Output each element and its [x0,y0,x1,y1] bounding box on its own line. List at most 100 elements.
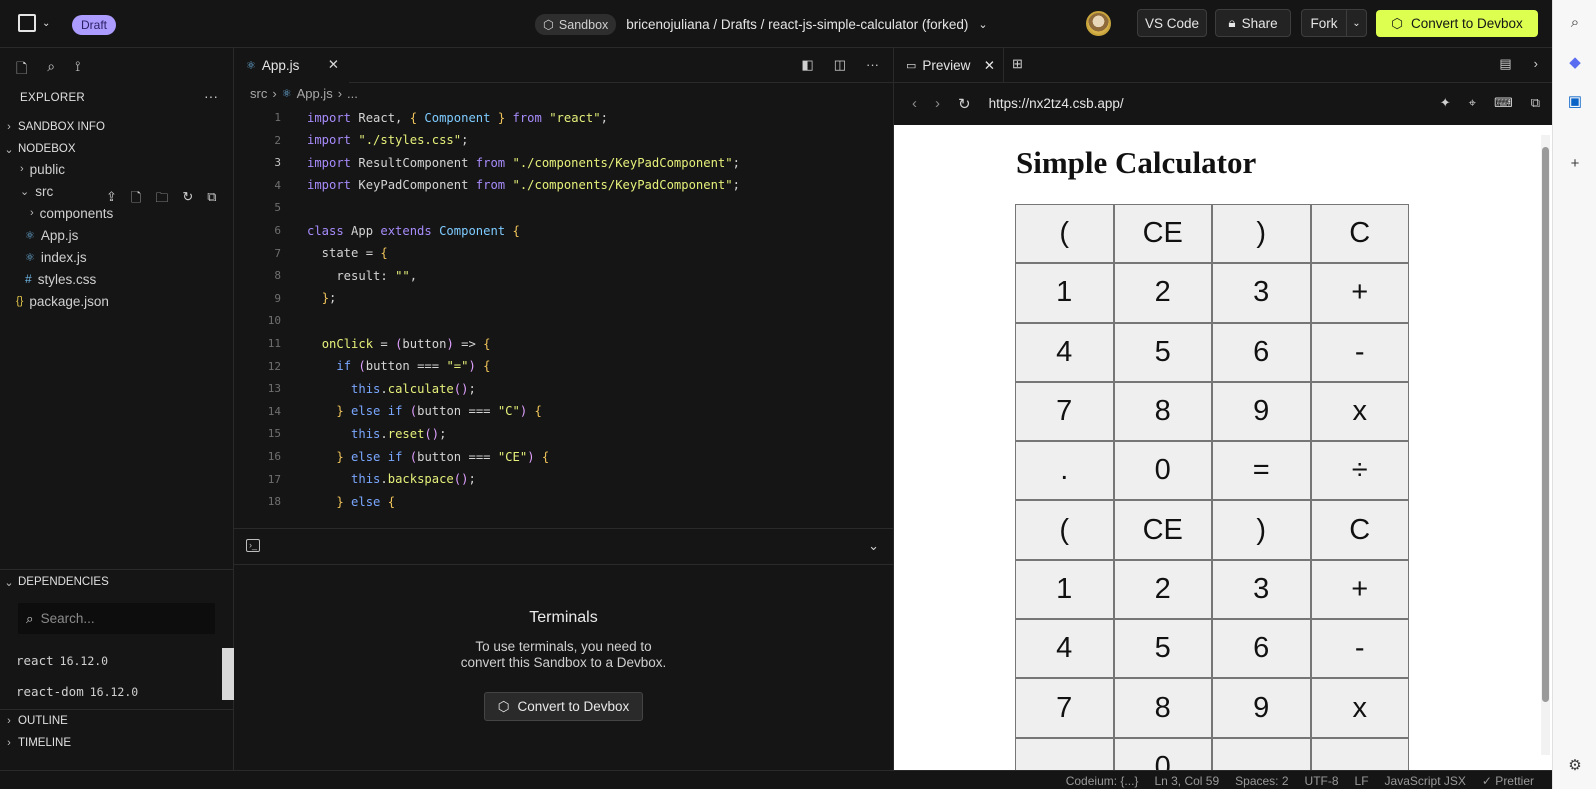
timeline-section[interactable]: › TIMELINE [0,732,233,754]
calculator-key[interactable]: ( [1015,500,1114,560]
calculator-key[interactable]: C [1310,204,1409,264]
fork-menu-button[interactable]: ⌄ [1346,9,1367,37]
tree-item-index-js[interactable]: ⚛ index.js [25,246,87,268]
new-folder-icon[interactable]: 🗀︎ [155,189,168,211]
tree-item-app-js[interactable]: ⚛ App.js [25,224,78,246]
inspect-icon[interactable]: ⌖ [1469,95,1476,111]
tab-app-js[interactable]: ⚛ App.js ✕ [234,48,349,83]
code-line[interactable]: 6 class App extends Component { [234,219,874,242]
calculator-key[interactable]: + [1310,559,1409,620]
calculator-key[interactable]: . [1015,441,1114,501]
tree-item-public[interactable]: › public [20,158,65,180]
calculator-key[interactable]: - [1310,619,1409,679]
dependencies-section[interactable]: ⌄ DEPENDENCIES [0,571,233,593]
fork-button[interactable]: Fork [1301,9,1347,37]
share-button[interactable]: 🔒︎ Share [1215,9,1291,37]
project-breadcrumb[interactable]: ⬡ Sandbox bricenojuliana / Drafts / reac… [535,14,988,35]
code-line[interactable]: 18 } else { [234,490,874,513]
main-menu[interactable]: ⌄ [18,14,50,32]
tree-item-src[interactable]: ⌄ src [20,180,53,202]
calculator-key[interactable]: 7 [1015,678,1114,738]
chevron-right-icon[interactable]: › [1534,56,1538,72]
calculator-key[interactable]: 9 [1212,678,1311,738]
calculator-key[interactable] [1212,737,1311,770]
calculator-key[interactable]: 4 [1015,322,1114,382]
status-encoding[interactable]: UTF-8 [1305,774,1339,788]
calculator-key[interactable]: 5 [1113,322,1212,382]
breadcrumb-rest[interactable]: ... [347,86,358,101]
refresh-icon[interactable]: ↻ [182,189,193,211]
tab-preview[interactable]: ▭ Preview ✕ [894,48,1004,83]
copilot-icon[interactable]: ◆ [1566,53,1584,71]
calculator-key[interactable]: 8 [1113,381,1212,442]
calculator-key[interactable]: x [1310,381,1409,442]
calculator-key[interactable]: 2 [1113,263,1212,323]
status-language[interactable]: JavaScript JSX [1385,774,1466,788]
tree-item-styles-css[interactable]: # styles.css [25,268,96,290]
calculator-key[interactable]: ) [1212,204,1311,264]
calculator-key[interactable]: 2 [1113,559,1212,620]
more-icon[interactable]: ··· [866,57,879,73]
open-new-window-icon[interactable]: ⧉ [1531,95,1540,111]
dependency-item[interactable]: react-dom 16.12.0 [16,684,138,699]
code-line[interactable]: 14 } else if (button === "C") { [234,400,874,423]
status-position[interactable]: Ln 3, Col 59 [1154,774,1219,788]
reload-icon[interactable]: ↻ [958,95,971,113]
close-icon[interactable]: ✕ [328,57,339,73]
code-line[interactable]: 8 result: "", [234,264,874,287]
calculator-key[interactable]: 7 [1015,381,1114,442]
convert-to-devbox-button[interactable]: ⬡ Convert to Devbox [1376,10,1538,37]
preview-scrollbar[interactable] [1541,135,1550,755]
code-line[interactable]: 16 } else if (button === "CE") { [234,445,874,468]
outlook-icon[interactable]: ▣ [1566,92,1584,110]
code-line[interactable]: 1 import React, { Component } from "react… [234,106,874,129]
calculator-key[interactable]: x [1310,678,1409,738]
collapse-icon[interactable]: ⧉ [207,189,216,211]
code-line[interactable]: 2 import "./styles.css"; [234,129,874,152]
scrollbar-thumb[interactable] [1542,147,1549,702]
code-line[interactable]: 15 this.reset(); [234,422,874,445]
code-line[interactable]: 3 import ResultComponent from "./componen… [234,151,874,174]
avatar[interactable] [1086,11,1111,36]
breadcrumb-folder[interactable]: src [250,86,267,101]
calculator-key[interactable]: 3 [1212,559,1311,620]
chevron-down-icon[interactable]: ⌄ [868,538,879,554]
calculator-key[interactable]: 9 [1212,381,1311,442]
calculator-key[interactable]: CE [1113,500,1212,560]
nodebox-section[interactable]: ⌄ NODEBOX [0,138,233,160]
calculator-key[interactable]: 8 [1113,678,1212,738]
calculator-key[interactable] [1015,737,1114,770]
dependencies-scrollbar[interactable] [222,648,234,700]
git-icon[interactable]: ⟟ [75,58,80,82]
terminal-convert-button[interactable]: ⬡ Convert to Devbox [484,692,643,721]
calculator-key[interactable]: + [1310,263,1409,323]
outline-section[interactable]: › OUTLINE [0,710,233,732]
new-file-icon[interactable]: 🗋︎ [131,189,141,211]
calculator-key[interactable] [1310,737,1409,770]
code-line[interactable]: 9 }; [234,287,874,310]
forward-icon[interactable]: › [935,95,940,113]
calculator-key[interactable]: ÷ [1310,441,1409,501]
gear-icon[interactable]: ⚙ [1566,756,1584,774]
code-line[interactable]: 10 [234,309,874,332]
code-line[interactable]: 13 this.calculate(); [234,377,874,400]
calculator-key[interactable]: = [1212,441,1311,501]
code-line[interactable]: 17 this.backspace(); [234,468,874,491]
calculator-key[interactable]: 0 [1113,737,1212,770]
status-codeium[interactable]: Codeium: {...} [1066,774,1139,788]
url-field[interactable]: https://nx2tz4.csb.app/ [989,96,1124,111]
dependency-item[interactable]: react 16.12.0 [16,653,108,668]
calculator-key[interactable]: 1 [1015,559,1114,620]
tree-item-components[interactable]: › components [30,202,113,224]
dependency-search-input[interactable]: ⌕ Search... [18,603,215,634]
code-line[interactable]: 4 import KeyPadComponent from "./componen… [234,174,874,197]
calculator-key[interactable]: CE [1113,204,1212,264]
toggle-sidebar-icon[interactable]: ◧ [801,57,813,73]
calculator-key[interactable]: ( [1015,204,1114,264]
search-icon[interactable]: ⌕ [47,58,55,82]
code-line[interactable]: 12 if (button === "=") { [234,355,874,378]
code-line[interactable]: 11 onClick = (button) => { [234,332,874,355]
more-icon[interactable]: ··· [204,88,218,104]
console-icon[interactable]: ⌨ [1494,95,1513,111]
file-icon[interactable]: 🗋︎ [16,58,27,82]
